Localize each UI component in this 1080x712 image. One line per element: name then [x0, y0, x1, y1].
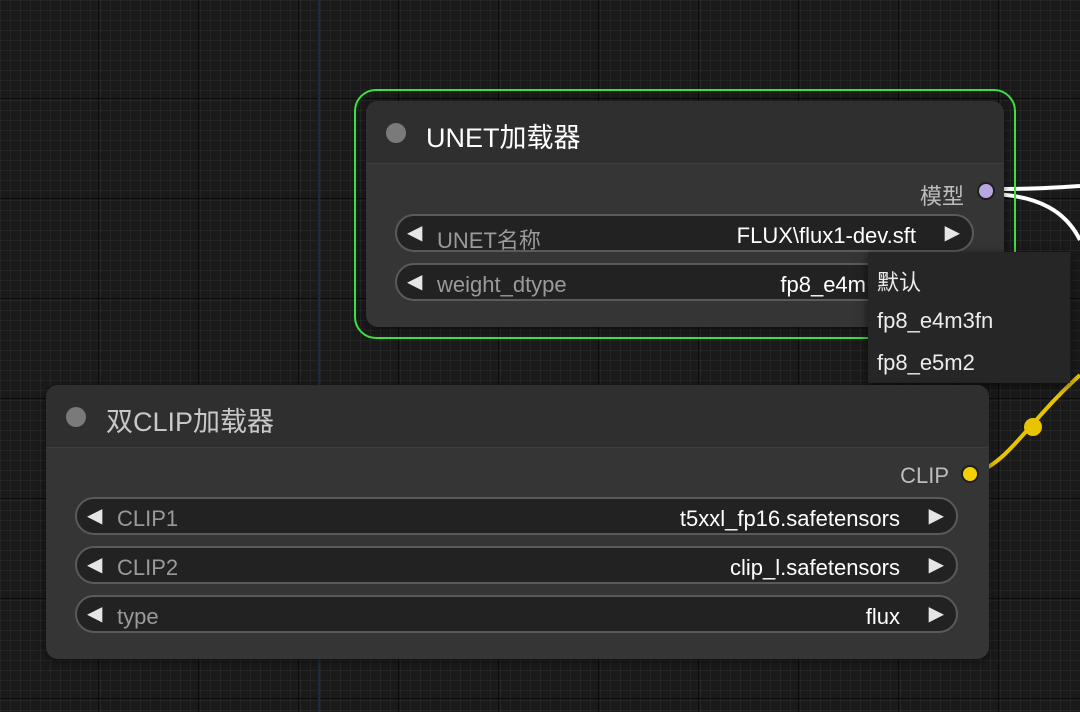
widget-label: CLIP2	[117, 555, 179, 580]
output-label-clip: CLIP	[900, 463, 949, 488]
dropdown-option[interactable]: 默认	[877, 265, 921, 297]
arrow-left-icon[interactable]: ◀	[87, 553, 102, 577]
type-combo[interactable]: ◀ type flux ▶	[75, 595, 958, 633]
arrow-left-icon[interactable]: ◀	[87, 504, 102, 528]
widget-value: t5xxl_fp16.safetensors	[679, 506, 900, 531]
widget-label: UNET名称	[437, 228, 541, 253]
node-title: UNET加载器	[426, 123, 581, 153]
node-header[interactable]: 双CLIP加载器	[46, 385, 989, 448]
output-label-model: 模型	[919, 184, 964, 209]
node-header[interactable]: UNET加载器	[366, 101, 1004, 164]
arrow-right-icon[interactable]: ▶	[929, 504, 944, 528]
node-title: 双CLIP加载器	[106, 407, 275, 437]
arrow-right-icon[interactable]: ▶	[929, 553, 944, 577]
dropdown-option[interactable]: fp8_e4m3fn	[877, 308, 993, 334]
collapse-dot-icon[interactable]	[386, 123, 406, 143]
output-slot-model[interactable]	[977, 182, 995, 200]
weight-dtype-dropdown-menu[interactable]: 默认 fp8_e4m3fn fp8_e5m2	[868, 252, 1070, 383]
collapse-dot-icon[interactable]	[66, 407, 86, 427]
widget-value: FLUX\flux1-dev.sft	[736, 223, 916, 248]
arrow-right-icon[interactable]: ▶	[945, 221, 960, 245]
dropdown-option[interactable]: fp8_e5m2	[877, 350, 975, 376]
arrow-left-icon[interactable]: ◀	[407, 221, 422, 245]
widget-label: type	[117, 604, 159, 629]
unet-name-combo[interactable]: ◀ UNET名称 FLUX\flux1-dev.sft ▶	[395, 214, 974, 253]
clip-link-wire	[977, 373, 1080, 474]
widget-value: fp8_e4m	[780, 272, 866, 297]
output-slot-clip[interactable]	[961, 465, 979, 483]
arrow-left-icon[interactable]: ◀	[87, 602, 102, 626]
widget-value: flux	[865, 604, 900, 629]
clip-link-midpoint	[1024, 418, 1042, 436]
widget-label: CLIP1	[117, 506, 179, 531]
arrow-left-icon[interactable]: ◀	[407, 270, 422, 294]
arrow-right-icon[interactable]: ▶	[929, 602, 944, 626]
clip1-combo[interactable]: ◀ CLIP1 t5xxl_fp16.safetensors ▶	[75, 497, 958, 535]
clip2-combo[interactable]: ◀ CLIP2 clip_l.safetensors ▶	[75, 546, 958, 584]
widget-label: weight_dtype	[437, 272, 567, 297]
dual-clip-loader-node[interactable]: 双CLIP加载器 CLIP ◀ CLIP1 t5xxl_fp16.safeten…	[46, 385, 989, 659]
widget-value: clip_l.safetensors	[730, 555, 900, 580]
